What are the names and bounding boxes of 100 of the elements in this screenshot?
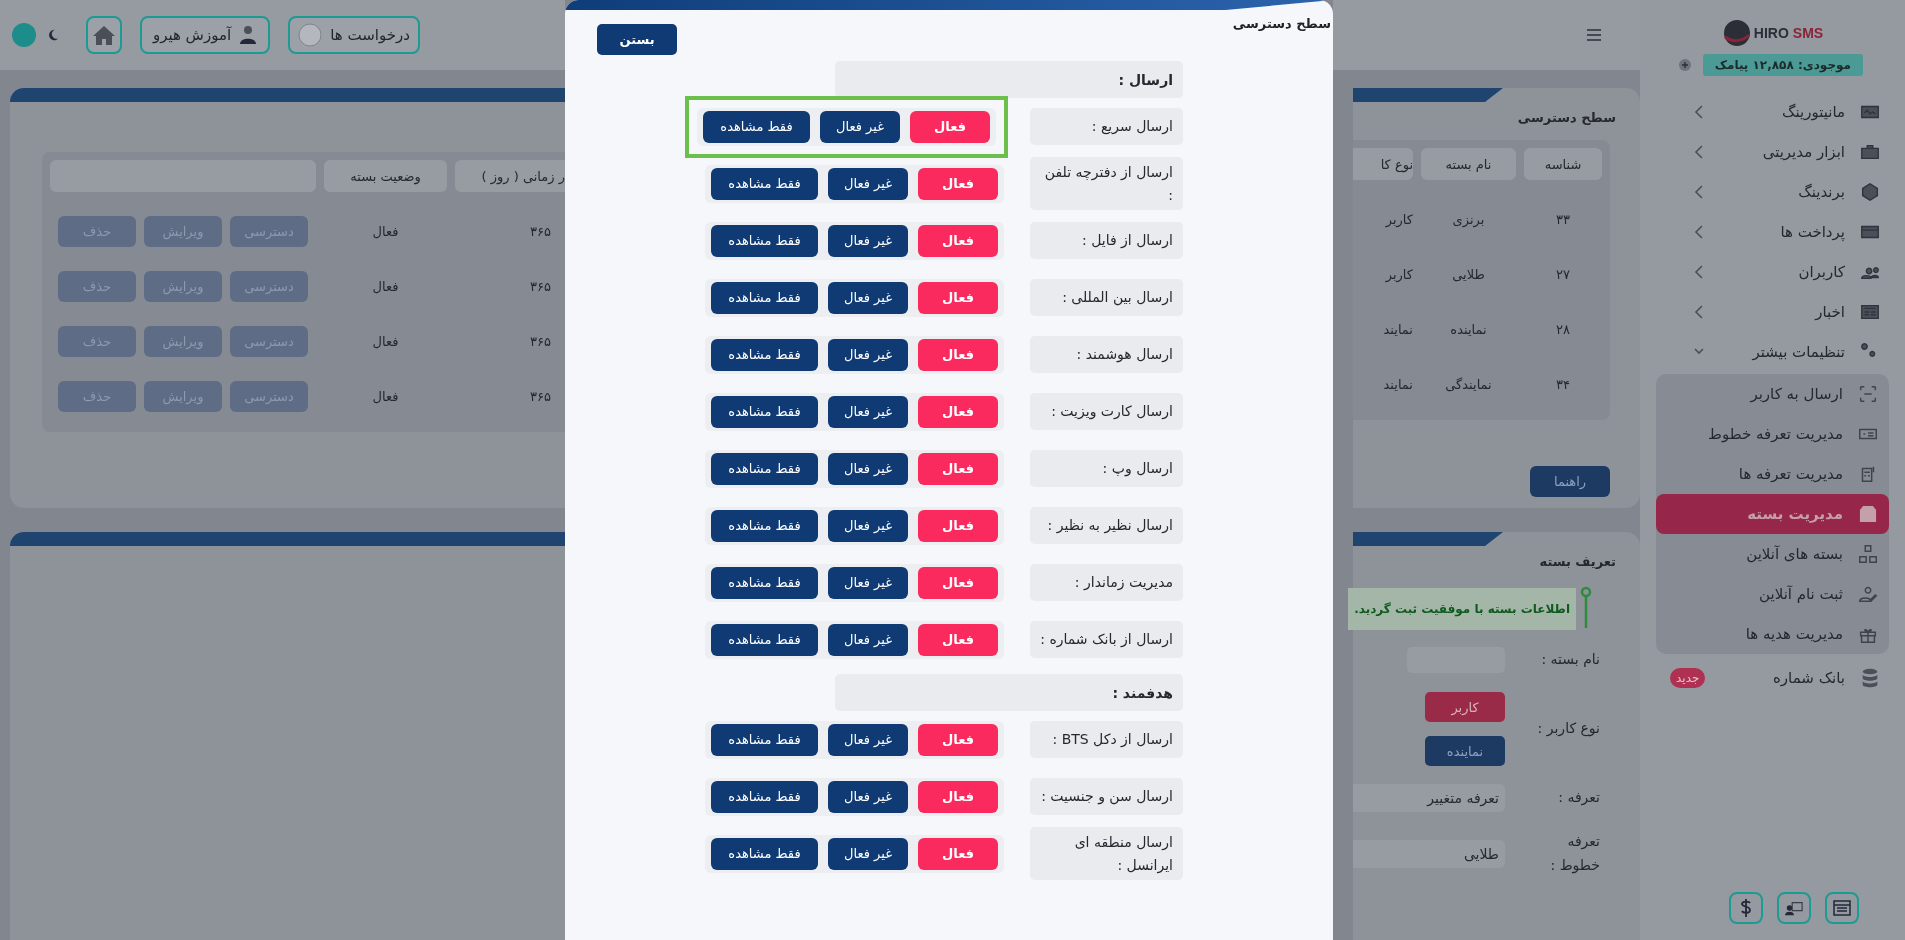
option-button[interactable]: غیر فعال	[828, 837, 908, 870]
success-alert: اطلاعات بسته با موفقیت ثبت گردید.	[1348, 588, 1576, 630]
option-button[interactable]: غیر فعال	[828, 452, 908, 485]
submenu-item[interactable]: مدیریت هدیه ها	[1656, 614, 1889, 654]
table-cell-text: ۳۶۵	[529, 224, 552, 239]
table-cell-text: فعال	[371, 389, 400, 404]
option-button[interactable]: فعال	[918, 723, 998, 756]
option-button[interactable]: فعال	[918, 509, 998, 542]
option-button[interactable]: فقط مشاهده	[711, 623, 818, 656]
submenu-item[interactable]: ارسال به کاربر	[1656, 374, 1889, 414]
submenu-item[interactable]: بسته های آنلاین	[1656, 534, 1889, 574]
option-button[interactable]: فعال	[910, 110, 990, 143]
option-button[interactable]: فقط مشاهده	[711, 452, 818, 485]
window-icon[interactable]	[1825, 892, 1859, 924]
table-cell-text: ۳۶۵	[529, 389, 552, 404]
option-button[interactable]: فقط مشاهده	[711, 566, 818, 599]
option-button[interactable]: فقط مشاهده	[711, 837, 818, 870]
permission-label: ارسال منطقه ای ایرانسل :	[1030, 827, 1183, 880]
option-button[interactable]: غیر فعال	[828, 623, 908, 656]
section-header: هدفمند :	[835, 674, 1183, 711]
nav-item[interactable]: مانیتورینگ	[1656, 92, 1889, 132]
user-type-button[interactable]: کاربر	[1425, 692, 1505, 722]
balance-badge: موجودی: ۱۲,۸۵۸ پیامک	[1702, 54, 1863, 76]
nav-item[interactable]: ابزار مدیریتی	[1656, 132, 1889, 172]
permission-label: ارسال هوشمند :	[1030, 336, 1183, 373]
column-header: شناسه	[1524, 148, 1602, 180]
submenu-item[interactable]: مدیریت تعرفه ها	[1656, 454, 1889, 494]
nav-item[interactable]: برندینگ	[1656, 172, 1889, 212]
permission-label: ارسال بین المللی :	[1030, 279, 1183, 316]
option-button[interactable]: غیر فعال	[828, 167, 908, 200]
submenu-item[interactable]: مدیریت تعرفه خطوط	[1656, 414, 1889, 454]
column-header: نام بسته	[1421, 148, 1516, 180]
permission-label: ارسال سن و جنسیت :	[1030, 778, 1183, 815]
card-title: تعریف بسته	[1539, 554, 1616, 569]
option-button[interactable]: غیر فعال	[828, 566, 908, 599]
option-button[interactable]: فعال	[918, 452, 998, 485]
option-button[interactable]: غیر فعال	[820, 110, 900, 143]
avatar-icon	[298, 23, 323, 47]
table-cell-text: ۳۶۵	[529, 279, 552, 294]
home-button[interactable]	[86, 16, 122, 54]
menu-item-icon	[1857, 383, 1879, 405]
option-button[interactable]: فعال	[918, 224, 998, 257]
option-button[interactable]: فقط مشاهده	[711, 338, 818, 371]
option-button[interactable]: فعال	[918, 338, 998, 371]
nav-item[interactable]: تنظیمات بیشتر	[1656, 332, 1889, 372]
person-icon	[239, 25, 258, 45]
table-cell-text: برنزی	[1451, 212, 1486, 227]
select-field[interactable]: طلایی	[1353, 839, 1505, 868]
option-button[interactable]: فعال	[918, 281, 998, 314]
moon-icon	[46, 28, 60, 42]
submenu-item[interactable]: مدیریت بسته	[1656, 494, 1889, 534]
permission-label: ارسال از فایل :	[1030, 222, 1183, 259]
add-icon[interactable]	[1678, 59, 1691, 71]
option-button[interactable]: فعال	[918, 837, 998, 870]
tutorial-button[interactable]: آموزش هیرو	[140, 16, 270, 54]
option-button[interactable]: غیر فعال	[828, 509, 908, 542]
select-field[interactable]: تعرفه متغییر	[1353, 784, 1505, 812]
presenter-icon[interactable]	[1777, 892, 1811, 924]
close-button[interactable]: بستن	[597, 24, 677, 55]
table-cell-text: ۳۴	[1555, 377, 1571, 392]
menu-icon[interactable]	[1586, 28, 1602, 42]
option-button[interactable]: فقط مشاهده	[711, 167, 818, 200]
option-button[interactable]: فقط مشاهده	[711, 281, 818, 314]
option-button[interactable]: فقط مشاهده	[711, 395, 818, 428]
option-button[interactable]: فعال	[918, 780, 998, 813]
table-cell-text: کاربر	[1384, 212, 1413, 227]
option-button[interactable]: فعال	[918, 623, 998, 656]
table-cell-text: نمایندگی	[1444, 377, 1493, 392]
option-button[interactable]: غیر فعال	[828, 281, 908, 314]
option-button[interactable]: فقط مشاهده	[711, 723, 818, 756]
submenu-item[interactable]: ثبت نام آنلاین	[1656, 574, 1889, 614]
logo: HIRO SMS	[1721, 18, 1824, 48]
nav-item[interactable]: اخبار	[1656, 292, 1889, 332]
nav-item[interactable]: پرداخت ها	[1656, 212, 1889, 252]
requests-button[interactable]: درخواست ها	[288, 16, 420, 54]
option-button[interactable]: غیر فعال	[828, 224, 908, 257]
option-button[interactable]: غیر فعال	[828, 723, 908, 756]
help-button[interactable]: راهنما	[1530, 466, 1610, 497]
option-button[interactable]: فقط مشاهده	[711, 780, 818, 813]
table-cell-text: فعال	[371, 279, 400, 294]
menu-item-icon	[1859, 181, 1881, 203]
option-button[interactable]: فقط مشاهده	[703, 110, 810, 143]
user-type-button[interactable]: نماینده	[1425, 736, 1505, 766]
option-button[interactable]: فعال	[918, 566, 998, 599]
table-cell-text: کاربر	[1384, 267, 1413, 282]
option-button[interactable]: فقط مشاهده	[711, 509, 818, 542]
nav-item[interactable]: بانک شماره جدید	[1656, 658, 1889, 698]
nav-item[interactable]: کاربران	[1656, 252, 1889, 292]
field-label: تعرفه :	[1557, 788, 1600, 808]
permission-label: ارسال نظیر به نظیر :	[1030, 507, 1183, 544]
option-button[interactable]: فقط مشاهده	[711, 224, 818, 257]
dollar-icon[interactable]	[1729, 892, 1763, 924]
card-title: سطح دسترسی	[1517, 110, 1616, 125]
option-button[interactable]: غیر فعال	[828, 780, 908, 813]
field-label: نوع کاربر :	[1536, 719, 1600, 739]
option-button[interactable]: فعال	[918, 395, 998, 428]
option-button[interactable]: فعال	[918, 167, 998, 200]
option-button[interactable]: غیر فعال	[828, 395, 908, 428]
table-cell-text: فعال	[371, 224, 400, 239]
option-button[interactable]: غیر فعال	[828, 338, 908, 371]
